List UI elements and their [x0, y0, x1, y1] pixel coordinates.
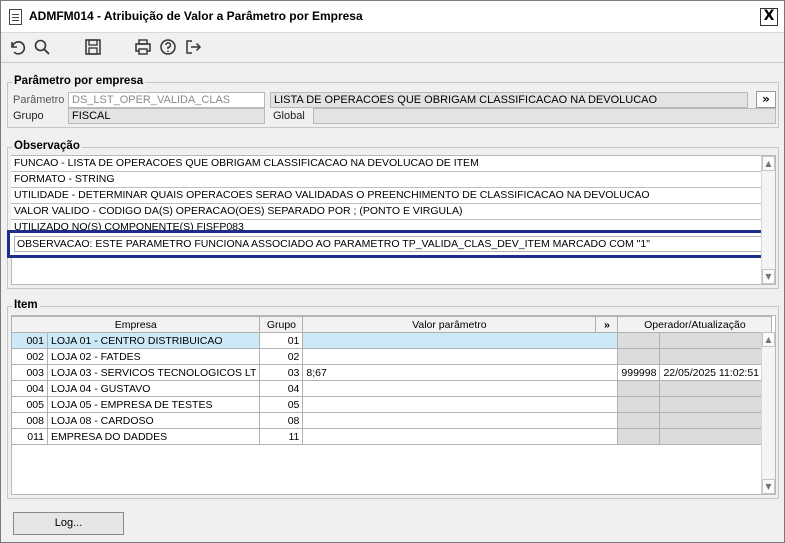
main-window: ADMFM014 - Atribuição de Valor a Parâmet… [0, 0, 785, 543]
valor-cell[interactable] [302, 396, 619, 413]
valor-cell[interactable] [302, 412, 619, 429]
close-button[interactable]: X [760, 8, 778, 26]
data-cell [659, 412, 773, 429]
toolbar [1, 34, 784, 60]
valor-cell[interactable] [302, 348, 619, 365]
data-cell [659, 348, 773, 365]
observacao-line: FUNCAO - LISTA DE OPERACOES QUE OBRIGAM … [11, 156, 761, 172]
scroll-up-arrow-icon[interactable]: ▲ [762, 332, 775, 347]
empresa-name-cell: LOJA 04 - GUSTAVO [46, 380, 261, 397]
operador-cell: 999998 [617, 364, 661, 381]
window-title: ADMFM014 - Atribuição de Valor a Parâmet… [29, 9, 363, 23]
scroll-down-arrow-icon[interactable]: ▼ [762, 479, 775, 494]
empresa-name-cell: LOJA 08 - CARDOSO [46, 412, 261, 429]
empresa-code-cell: 001 [11, 332, 48, 349]
valor-cell[interactable] [302, 332, 619, 349]
descricao-field: LISTA DE OPERACOES QUE OBRIGAM CLASSIFIC… [270, 92, 748, 108]
empresa-code-cell: 011 [11, 428, 48, 445]
operador-cell [617, 396, 661, 413]
parametro-field[interactable]: DS_LST_OPER_VALIDA_CLAS [68, 92, 265, 108]
empresa-name-cell: LOJA 03 - SERVICOS TECNOLOGICOS LT [46, 364, 261, 381]
table-row[interactable]: 001 LOJA 01 - CENTRO DISTRIBUICAO 01 [11, 332, 773, 349]
table-row[interactable]: 011 EMPRESA DO DADDES 11 [11, 428, 773, 445]
column-header-empresa[interactable]: Empresa [10, 316, 261, 333]
empresa-code-cell: 005 [11, 396, 48, 413]
item-group-title: Item [12, 299, 40, 311]
table-header-row: Empresa Grupo Valor parâmetro » Operador… [10, 316, 773, 333]
title-bar: ADMFM014 - Atribuição de Valor a Parâmet… [1, 1, 784, 33]
exit-icon[interactable] [183, 37, 203, 57]
table-row[interactable]: 004 LOJA 04 - GUSTAVO 04 [11, 380, 773, 397]
table-row[interactable]: 008 LOJA 08 - CARDOSO 08 [11, 412, 773, 429]
data-cell [659, 428, 773, 445]
valor-cell[interactable] [302, 380, 619, 397]
expand-valor-button[interactable]: » [595, 316, 619, 333]
parametro-label: Parâmetro [13, 94, 65, 106]
empresa-code-cell: 002 [11, 348, 48, 365]
grupo-cell: 02 [259, 348, 304, 365]
empresa-name-cell: EMPRESA DO DADDES [46, 428, 261, 445]
operador-cell [617, 348, 661, 365]
column-header-valor[interactable]: Valor parâmetro [302, 316, 597, 333]
global-label: Global [273, 110, 305, 122]
item-table: Empresa Grupo Valor parâmetro » Operador… [10, 316, 773, 445]
column-header-grupo[interactable]: Grupo [259, 316, 304, 333]
expand-parametro-button[interactable]: » [756, 91, 776, 108]
empresa-code-cell: 004 [11, 380, 48, 397]
grupo-label: Grupo [13, 110, 44, 122]
parametro-group-title: Parâmetro por empresa [12, 75, 146, 87]
global-field [313, 108, 776, 124]
data-cell [659, 332, 773, 349]
save-icon[interactable] [83, 37, 103, 57]
valor-cell[interactable]: 8;67 [302, 364, 619, 381]
toolbar-divider [1, 62, 784, 63]
search-icon[interactable] [32, 37, 52, 57]
grupo-cell: 08 [259, 412, 304, 429]
observacao-highlight-box: OBSERVACAO: ESTE PARAMETRO FUNCIONA ASSO… [7, 230, 767, 258]
operador-cell [617, 428, 661, 445]
grupo-cell: 11 [259, 428, 304, 445]
empresa-code-cell: 008 [11, 412, 48, 429]
table-row[interactable]: 005 LOJA 05 - EMPRESA DE TESTES 05 [11, 396, 773, 413]
help-icon[interactable] [158, 37, 178, 57]
item-scrollbar[interactable]: ▲ ▼ [761, 332, 775, 494]
table-row[interactable]: 002 LOJA 02 - FATDES 02 [11, 348, 773, 365]
grupo-cell: 05 [259, 396, 304, 413]
observacao-line: FORMATO - STRING [11, 172, 761, 188]
operador-cell [617, 332, 661, 349]
undo-icon[interactable] [7, 37, 27, 57]
empresa-code-cell: 003 [11, 364, 48, 381]
table-row[interactable]: 003 LOJA 03 - SERVICOS TECNOLOGICOS LT 0… [11, 364, 773, 381]
column-header-operador[interactable]: Operador/Atualização [617, 316, 773, 333]
grupo-cell: 01 [259, 332, 304, 349]
grupo-field: FISCAL [68, 108, 265, 124]
scroll-down-arrow-icon[interactable]: ▼ [762, 269, 775, 284]
valor-cell[interactable] [302, 428, 619, 445]
operador-cell [617, 380, 661, 397]
log-button[interactable]: Log... [13, 512, 124, 535]
observacao-line: UTILIDADE - DETERMINAR QUAIS OPERACOES S… [11, 188, 761, 204]
scroll-up-arrow-icon[interactable]: ▲ [762, 156, 775, 171]
observacao-scrollbar[interactable]: ▲ ▼ [761, 156, 775, 284]
data-cell [659, 396, 773, 413]
empresa-name-cell: LOJA 01 - CENTRO DISTRIBUICAO [46, 332, 261, 349]
grupo-cell: 04 [259, 380, 304, 397]
data-cell: 22/05/2025 11:02:51 [659, 364, 773, 381]
observacao-line: VALOR VALIDO - CODIGO DA(S) OPERACAO(OES… [11, 204, 761, 220]
operador-cell [617, 412, 661, 429]
observacao-group-title: Observação [12, 140, 82, 152]
print-icon[interactable] [133, 37, 153, 57]
document-icon [9, 9, 22, 25]
empresa-name-cell: LOJA 02 - FATDES [46, 348, 261, 365]
empresa-name-cell: LOJA 05 - EMPRESA DE TESTES [46, 396, 261, 413]
grupo-cell: 03 [259, 364, 304, 381]
data-cell [659, 380, 773, 397]
observacao-line: OBSERVACAO: ESTE PARAMETRO FUNCIONA ASSO… [14, 236, 762, 252]
